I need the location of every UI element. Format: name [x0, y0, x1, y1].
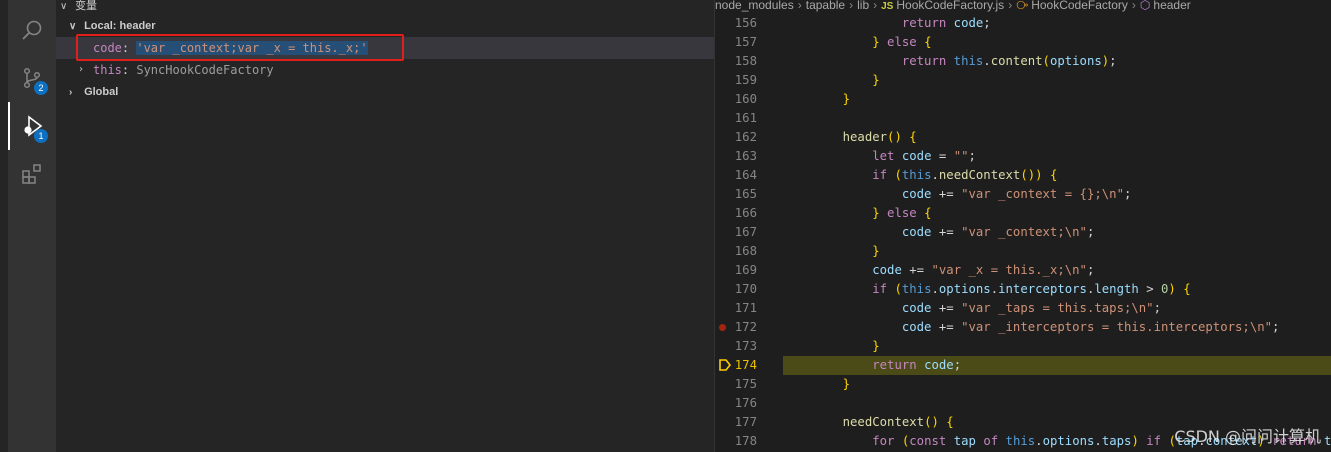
variables-section-title: 变量 [75, 0, 98, 12]
code-line[interactable]: 173 } [715, 337, 1331, 356]
chevron-right-icon: › [78, 64, 85, 75]
js-file-icon: JS [881, 1, 894, 12]
code-text: } else { [872, 35, 932, 49]
code-line[interactable]: 163 let code = ""; [715, 147, 1331, 166]
line-number: 159 [734, 73, 757, 87]
line-number: 173 [734, 339, 757, 353]
line-number: 174 [734, 358, 757, 372]
extensions-icon [22, 164, 41, 184]
code-line[interactable]: 169 code += "var _x = this._x;\n"; [715, 261, 1331, 280]
code-line[interactable]: 174 return code; [715, 356, 1331, 375]
line-number: 172 [734, 320, 757, 334]
chevron-down-icon: ∨ [60, 1, 68, 12]
code-line[interactable]: 159 } [715, 71, 1331, 90]
variables-panel: ∨ 变量 ∨ Local: header code: 'var _context… [56, 0, 714, 452]
code-text: } else { [872, 206, 932, 220]
code-text: let code = ""; [872, 149, 976, 163]
code-line[interactable]: 170 if (this.options.interceptors.length… [715, 280, 1331, 299]
code-line[interactable]: 158 return this.content(options); [715, 52, 1331, 71]
code-text: } [872, 339, 880, 353]
breadcrumb-class[interactable]: HookCodeFactory [1031, 0, 1128, 12]
activity-search[interactable] [8, 6, 56, 54]
breadcrumb: node_modules › tapable › lib › JS HookCodeFacto… [715, 0, 1191, 12]
code-text: } [842, 92, 851, 106]
variable-this[interactable]: › this: SyncHookCodeFactory [56, 59, 714, 81]
line-number: 158 [734, 54, 757, 68]
variables-section-header[interactable]: ∨ 变量 [60, 0, 97, 13]
activity-extensions[interactable] [8, 150, 56, 198]
search-icon [22, 20, 42, 40]
code-text: code += "var _taps = this.taps;\n"; [901, 301, 1161, 315]
code-text: code += "var _interceptors = this.interc… [901, 320, 1280, 334]
activity-bar: 2 1 [8, 0, 56, 452]
breadcrumb-part[interactable]: lib [857, 0, 869, 12]
line-number: 162 [734, 130, 757, 144]
code-line[interactable]: 166 } else { [715, 204, 1331, 223]
code-editor[interactable]: node_modules › tapable › lib › JS HookCodeFacto… [715, 0, 1331, 452]
code-line[interactable]: 175 } [715, 375, 1331, 394]
scope-global[interactable]: › Global [56, 81, 714, 103]
scope-global-label: Global [84, 86, 119, 98]
activity-source-control[interactable]: 2 [8, 54, 56, 102]
line-number: 161 [734, 111, 757, 125]
line-number: 177 [734, 415, 757, 429]
line-number: 160 [734, 92, 757, 106]
code-text: } [842, 377, 851, 391]
line-number: 166 [734, 206, 757, 220]
code-line[interactable]: 165 code += "var _context = {};\n"; [715, 185, 1331, 204]
line-number: 164 [734, 168, 757, 182]
code-text: needContext() { [842, 415, 954, 429]
code-text: return code; [901, 16, 991, 30]
chevron-right-icon: › [69, 87, 73, 98]
line-number: 163 [734, 149, 757, 163]
class-icon: ⧂ [1016, 0, 1029, 12]
code-text: code += "var _x = this._x;\n"; [872, 263, 1095, 277]
line-number: 167 [734, 225, 757, 239]
variable-this-name: this [93, 63, 122, 77]
code-line[interactable]: 157 } else { [715, 33, 1331, 52]
line-number: 156 [734, 16, 757, 30]
line-number: 165 [734, 187, 757, 201]
code-line[interactable]: 171 code += "var _taps = this.taps;\n"; [715, 299, 1331, 318]
code-line[interactable]: 172 code += "var _interceptors = this.in… [715, 318, 1331, 337]
code-line[interactable]: 160 } [715, 90, 1331, 109]
variable-this-value: SyncHookCodeFactory [136, 63, 274, 77]
code-line[interactable]: 156 return code; [715, 14, 1331, 33]
breadcrumb-file[interactable]: HookCodeFactory.js [896, 0, 1004, 12]
line-number: 170 [734, 282, 757, 296]
line-number: 171 [734, 301, 757, 315]
left-edge-strip [0, 0, 8, 452]
code-line[interactable]: 167 code += "var _context;\n"; [715, 223, 1331, 242]
code-text: } [872, 244, 880, 258]
code-line[interactable]: 168 } [715, 242, 1331, 261]
code-line[interactable]: 164 if (this.needContext()) { [715, 166, 1331, 185]
code-text: if (this.needContext()) { [872, 168, 1058, 182]
code-text: header() { [842, 130, 917, 144]
line-number: 157 [734, 35, 757, 49]
highlight-box [76, 34, 404, 61]
code-line[interactable]: 161 [715, 109, 1331, 128]
breadcrumb-method[interactable]: header [1153, 0, 1190, 12]
code-text: return code; [872, 358, 962, 372]
line-number: 178 [734, 434, 757, 448]
breadcrumb-part[interactable]: node_modules [715, 0, 794, 12]
code-line[interactable]: 176 [715, 394, 1331, 413]
code-text: code += "var _context = {};\n"; [901, 187, 1132, 201]
code-line[interactable]: 162 header() { [715, 128, 1331, 147]
scope-local-label: Local: header [84, 20, 156, 32]
activity-run-debug[interactable]: 1 [8, 102, 56, 150]
line-number: 176 [734, 396, 757, 410]
line-number: 175 [734, 377, 757, 391]
breadcrumb-part[interactable]: tapable [806, 0, 845, 12]
code-text: return this.content(options); [901, 54, 1117, 68]
watermark: CSDN @问问计算机 [1174, 427, 1321, 446]
debug-badge: 1 [34, 129, 48, 143]
source-control-badge: 2 [34, 81, 48, 95]
line-number: 169 [734, 263, 757, 277]
code-text: } [872, 73, 880, 87]
code-text: if (this.options.interceptors.length > 0… [872, 282, 1191, 296]
line-number: 168 [734, 244, 757, 258]
method-icon: ⬡ [1139, 0, 1151, 12]
code-text: code += "var _context;\n"; [901, 225, 1095, 239]
